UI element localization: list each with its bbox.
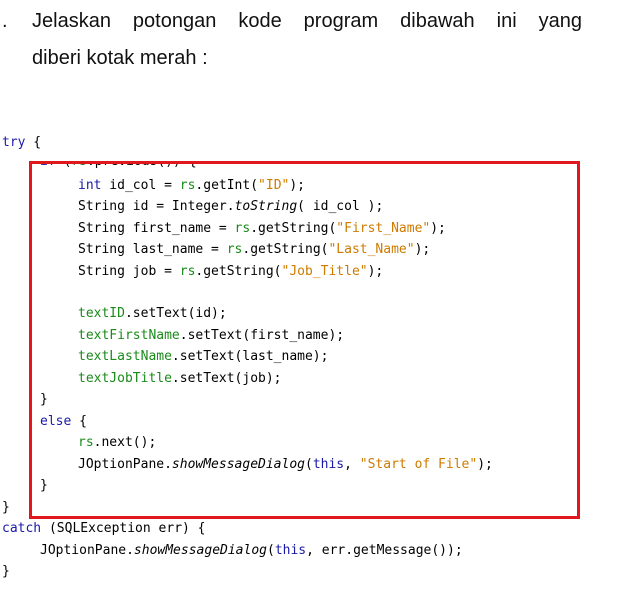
code-line-try: try { [2,135,42,150]
code-line-close3: } [2,500,10,515]
code-line-catch: catch (SQLException err) { [2,521,206,536]
code-line-close4: } [2,564,10,579]
code-line-l12: JOptionPane.showMessageDialog(this, err.… [40,543,463,558]
question-text-line-2: diberi kotak merah : [32,47,208,69]
red-highlight-box [29,161,580,519]
question-text-line-1: Jelaskan potongan kode program dibawah i… [32,10,582,32]
question-number: . [2,10,8,32]
question-block: . Jelaskan potongan kode program dibawah… [0,4,628,84]
